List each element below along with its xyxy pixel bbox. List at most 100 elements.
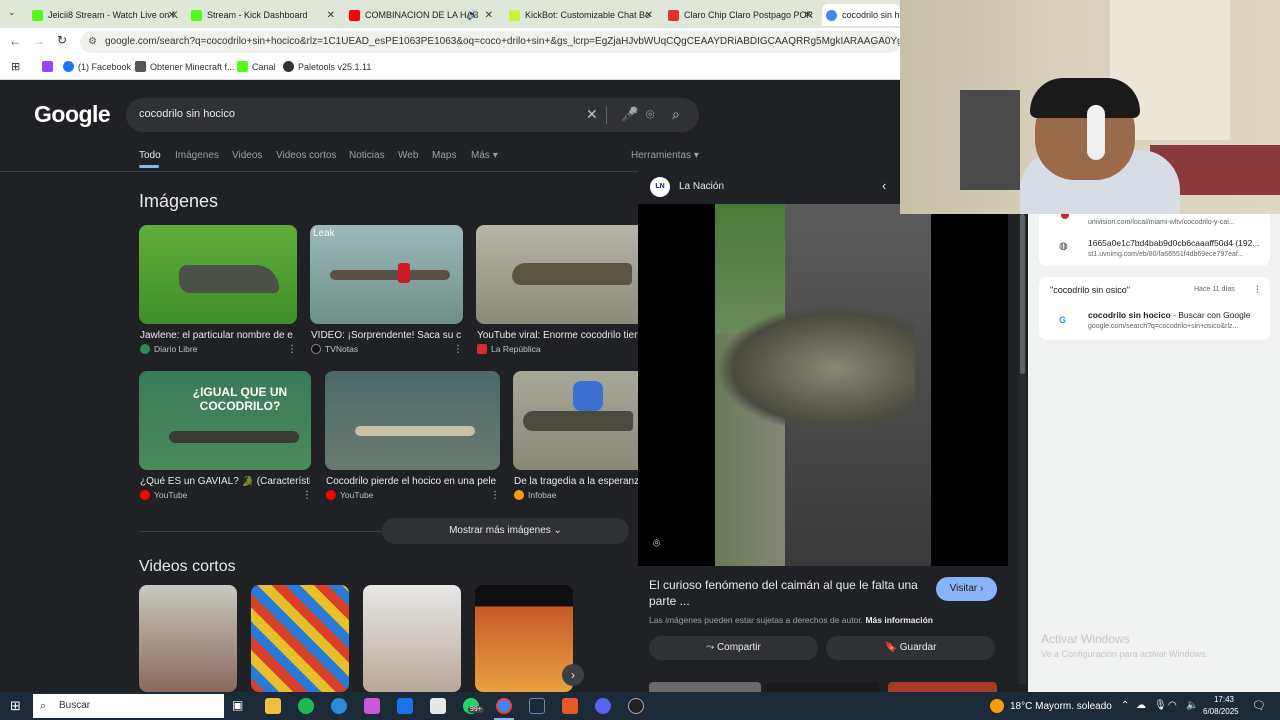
more-options-icon[interactable]: ⋮ bbox=[1253, 284, 1262, 295]
tab-imagenes[interactable]: Imágenes bbox=[175, 150, 219, 161]
microphone-icon[interactable]: 🎤 bbox=[621, 106, 638, 123]
tab-todo[interactable]: Todo bbox=[139, 150, 161, 161]
app-icon[interactable] bbox=[562, 698, 578, 714]
close-tab-icon[interactable]: ✕ bbox=[168, 10, 176, 21]
clear-icon[interactable]: ✕ bbox=[586, 106, 598, 123]
short-video-thumbnail[interactable] bbox=[363, 585, 461, 692]
collapse-chevron-icon[interactable]: ‹ bbox=[882, 178, 886, 193]
panel-title[interactable]: El curioso fenómeno del caimán al que le… bbox=[649, 577, 929, 609]
close-tab-icon[interactable]: ✕ bbox=[327, 10, 335, 21]
taskbar-search[interactable]: ⌕ Buscar bbox=[33, 694, 224, 718]
short-video-thumbnail[interactable] bbox=[251, 585, 349, 692]
image-result[interactable] bbox=[139, 225, 297, 324]
bookmark-facebook[interactable]: (1) Facebook bbox=[63, 61, 131, 72]
history-entry-url[interactable]: st1.uvnimg.com/eb/80/fa66551f4db69ece797… bbox=[1088, 251, 1244, 258]
more-options-icon[interactable]: ⋮ bbox=[453, 344, 463, 355]
show-more-images-button[interactable]: Mostrar más imágenes ⌄ bbox=[382, 518, 629, 544]
file-explorer-icon[interactable] bbox=[265, 698, 281, 714]
chrome-icon[interactable] bbox=[496, 698, 512, 714]
related-image-thumbnail[interactable] bbox=[767, 682, 879, 692]
image-source[interactable]: YouTube bbox=[326, 490, 373, 500]
back-icon[interactable]: ← bbox=[9, 34, 21, 48]
tab-web[interactable]: Web bbox=[398, 150, 418, 161]
windows-start-icon[interactable]: ⊞ bbox=[10, 698, 21, 714]
obs-icon[interactable] bbox=[628, 698, 644, 714]
search-icon[interactable]: ⌕ bbox=[672, 106, 680, 123]
image-result[interactable]: Leak bbox=[310, 225, 463, 324]
tab-videos[interactable]: Videos bbox=[232, 150, 262, 161]
tab-search-chevron-icon[interactable]: ⌄ bbox=[8, 7, 16, 18]
panel-source-name[interactable]: La Nación bbox=[679, 181, 724, 192]
reload-icon[interactable]: ↻ bbox=[57, 33, 67, 47]
image-source[interactable]: TVNotas bbox=[311, 344, 358, 354]
search-box[interactable]: cocodrilo sin hocico ✕ 🎤 ⌾ ⌕ bbox=[126, 98, 699, 132]
lens-search-icon[interactable]: ⌾ bbox=[653, 536, 660, 551]
discord-icon[interactable] bbox=[595, 698, 611, 714]
image-result[interactable] bbox=[325, 371, 500, 470]
task-view-icon[interactable]: ▣ bbox=[232, 698, 248, 714]
visit-button[interactable]: Visitar › bbox=[936, 577, 997, 601]
edge-icon[interactable] bbox=[331, 698, 347, 714]
tray-chevron-icon[interactable]: ⌃ bbox=[1121, 700, 1129, 711]
clock-date[interactable]: 6/08/2025 bbox=[1203, 707, 1239, 716]
more-options-icon[interactable]: ⋮ bbox=[302, 490, 312, 501]
store-icon[interactable] bbox=[430, 698, 446, 714]
apps-grid-icon[interactable]: ⊞ bbox=[11, 60, 20, 73]
tab-cocodrilo-active[interactable]: cocodrilo sin hoci bbox=[822, 4, 900, 26]
google-logo[interactable]: Google bbox=[34, 101, 111, 128]
tab-noticias[interactable]: Noticias bbox=[349, 150, 385, 161]
related-image-thumbnail[interactable] bbox=[888, 682, 997, 692]
scrollbar-thumb[interactable] bbox=[1020, 214, 1025, 374]
close-tab-icon[interactable]: ✕ bbox=[645, 10, 653, 21]
image-result[interactable]: ¿IGUAL QUE UN COCODRILO? bbox=[139, 371, 311, 470]
lens-icon[interactable]: ⌾ bbox=[646, 106, 654, 123]
image-source[interactable]: Diario Libre bbox=[140, 344, 197, 354]
weather-sun-icon[interactable] bbox=[990, 699, 1004, 713]
image-caption[interactable]: Jawlene: el particular nombre de e... bbox=[140, 330, 294, 341]
tray-network-icon[interactable]: ☁ bbox=[1136, 700, 1146, 711]
tools-button[interactable]: Herramientas ▾ bbox=[631, 150, 699, 161]
share-button[interactable]: ⤳ Compartir bbox=[649, 636, 818, 660]
steam-icon[interactable] bbox=[529, 698, 545, 714]
image-result[interactable] bbox=[476, 225, 638, 324]
image-caption[interactable]: Cocodrilo pierde el hocico en una pele..… bbox=[326, 476, 496, 487]
copilot-icon[interactable] bbox=[364, 698, 380, 714]
tab-jeicii8-stream[interactable]: Jeicii8 Stream - Watch Live on K ✕ bbox=[28, 4, 180, 26]
more-options-icon[interactable]: ⋮ bbox=[287, 344, 297, 355]
image-caption[interactable]: ¿Qué ES un GAVIAL? 🐊 (Característi... bbox=[140, 476, 310, 487]
close-tab-icon[interactable]: ✕ bbox=[485, 10, 493, 21]
weather-text[interactable]: 18°C Mayorm. soleado bbox=[1010, 701, 1112, 712]
bookmark-paletools[interactable]: Paletools v25.1.11 bbox=[283, 61, 371, 72]
more-options-icon[interactable]: ⋮ bbox=[490, 490, 500, 501]
image-result[interactable] bbox=[513, 371, 638, 470]
page-scrollbar[interactable] bbox=[1019, 214, 1026, 684]
bookmark-canal[interactable]: Canal bbox=[237, 61, 276, 72]
volume-icon[interactable]: 🔈 bbox=[1186, 700, 1198, 711]
next-arrow-icon[interactable]: › bbox=[562, 664, 584, 686]
tab-kick-dashboard[interactable]: Stream - Kick Dashboard ✕ bbox=[187, 4, 339, 26]
more-info-link[interactable]: Más información bbox=[865, 615, 933, 625]
history-entry-title[interactable]: 1665a0e1c7bd4bab9d0cb6caaaff50d4 (192... bbox=[1088, 238, 1259, 248]
tab-videos-cortos[interactable]: Videos cortos bbox=[276, 150, 336, 161]
image-source[interactable]: La República bbox=[477, 344, 541, 354]
short-video-thumbnail[interactable] bbox=[139, 585, 237, 692]
image-source[interactable]: YouTube bbox=[140, 490, 187, 500]
preview-image[interactable] bbox=[715, 204, 931, 566]
twitch-icon[interactable] bbox=[42, 61, 53, 72]
image-caption[interactable]: De la tragedia a la esperanza: bbox=[514, 476, 638, 487]
tab-combinacion[interactable]: COMBINACION DE LA HAB 🔊 ✕ bbox=[345, 4, 497, 26]
history-entry-url[interactable]: google.com/search?q=cocodrilo+sin+osico&… bbox=[1088, 323, 1238, 330]
forward-icon[interactable]: → bbox=[33, 34, 45, 48]
microphone-icon[interactable]: 🎙 bbox=[1154, 700, 1167, 711]
close-tab-icon[interactable]: ✕ bbox=[804, 10, 812, 21]
clock-time[interactable]: 17:43 bbox=[1210, 695, 1238, 704]
related-image-thumbnail[interactable] bbox=[649, 682, 761, 692]
speaker-icon[interactable]: 🔊 bbox=[467, 10, 479, 21]
bookmark-minecraft[interactable]: Obtener Minecraft f... bbox=[135, 61, 235, 72]
tab-kickbot[interactable]: KickBot: Customizable Chat Bo ✕ bbox=[505, 4, 657, 26]
tab-mas[interactable]: Más ▾ bbox=[471, 150, 498, 161]
image-caption[interactable]: YouTube viral: Enorme cocodrilo tiene bbox=[477, 330, 638, 341]
history-group-title[interactable]: "cocodrilo sin osico" bbox=[1050, 285, 1130, 295]
short-video-thumbnail[interactable] bbox=[475, 585, 573, 692]
image-source[interactable]: Infobae bbox=[514, 490, 556, 500]
